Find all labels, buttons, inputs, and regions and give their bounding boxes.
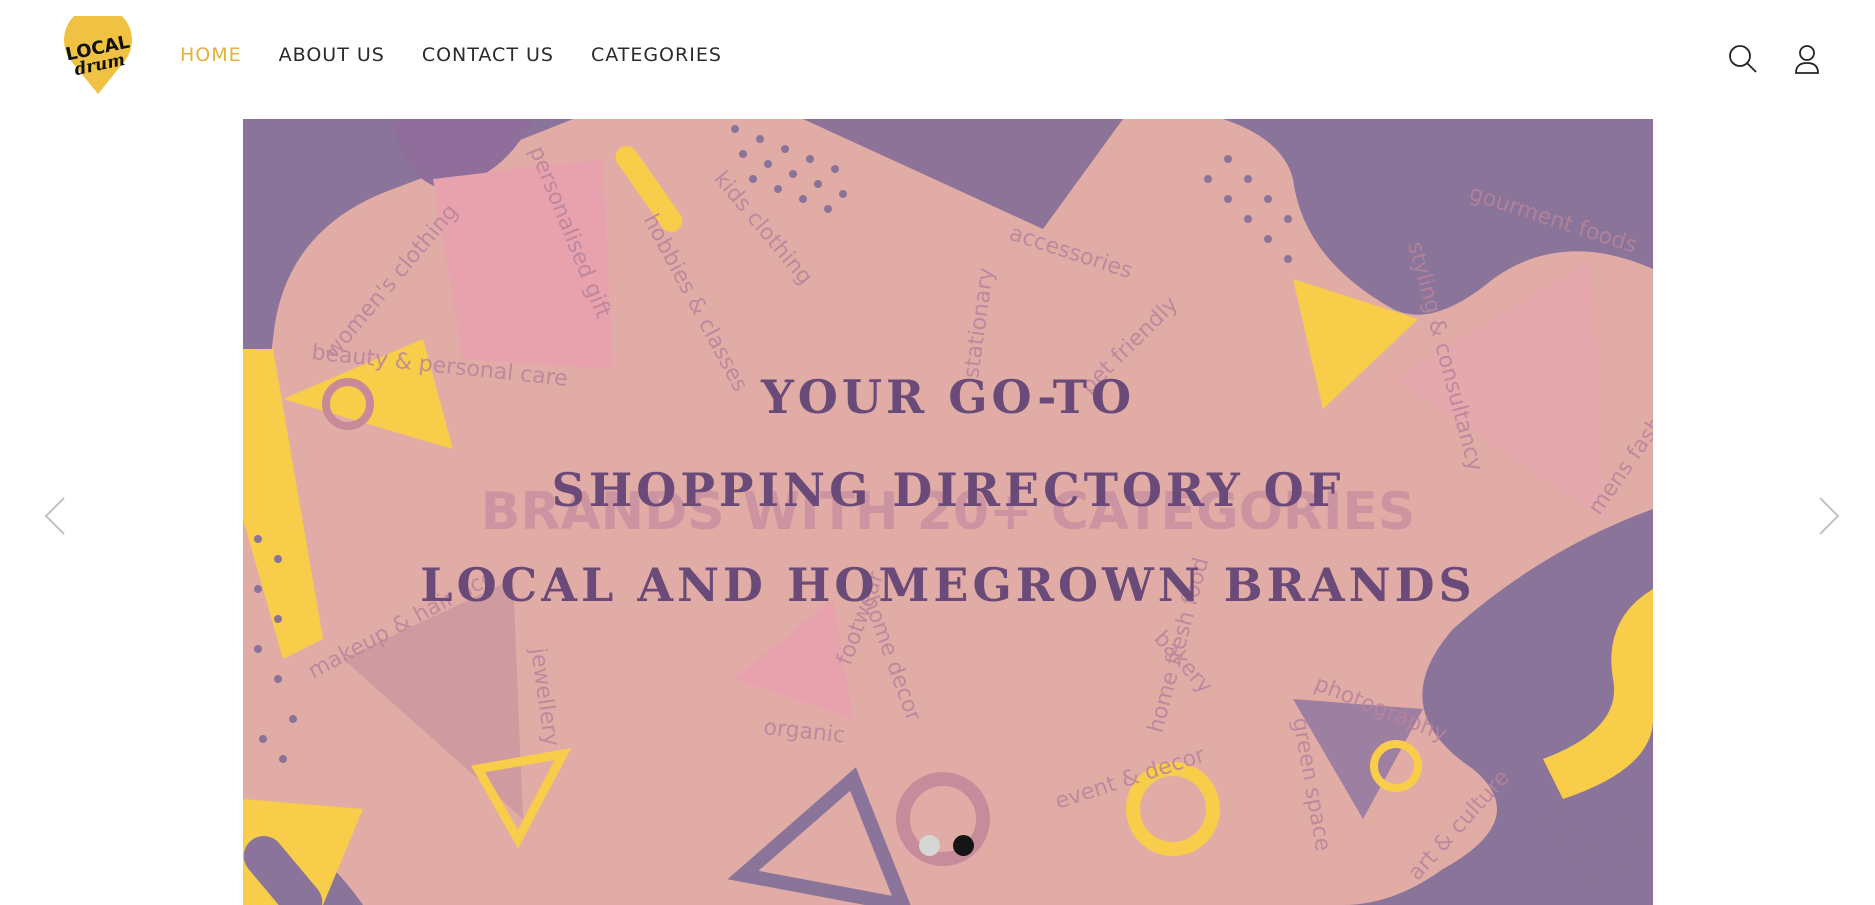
slider-dot-2[interactable] bbox=[953, 835, 974, 856]
hero-headline-line-2: SHOPPING DIRECTORY OF bbox=[551, 463, 1345, 517]
slider-next-button[interactable] bbox=[1816, 495, 1842, 537]
main-nav: HOME ABOUT US CONTACT US CATEGORIES bbox=[180, 44, 722, 66]
slider-pagination bbox=[919, 835, 974, 856]
site-logo[interactable]: LOCAL drum bbox=[60, 6, 136, 98]
nav-home[interactable]: HOME bbox=[180, 44, 242, 66]
logo-pin-icon: LOCAL drum bbox=[64, 6, 132, 95]
hero-headline-line-1: YOUR GO-TO bbox=[760, 370, 1136, 424]
chevron-left-icon bbox=[44, 497, 65, 535]
site-header: LOCAL drum HOME ABOUT US CONTACT US CATE… bbox=[0, 0, 1875, 118]
slider-dot-1[interactable] bbox=[919, 835, 940, 856]
nav-categories[interactable]: CATEGORIES bbox=[591, 44, 722, 66]
account-icon[interactable] bbox=[1792, 44, 1822, 74]
slider-prev-button[interactable] bbox=[42, 495, 68, 537]
chevron-right-icon bbox=[1819, 497, 1840, 535]
nav-contact-us[interactable]: CONTACT US bbox=[422, 44, 554, 66]
nav-about-us[interactable]: ABOUT US bbox=[279, 44, 385, 66]
hero-headline-line-3: LOCAL AND HOMEGROWN BRANDS bbox=[420, 558, 1476, 612]
search-icon[interactable] bbox=[1728, 44, 1758, 74]
